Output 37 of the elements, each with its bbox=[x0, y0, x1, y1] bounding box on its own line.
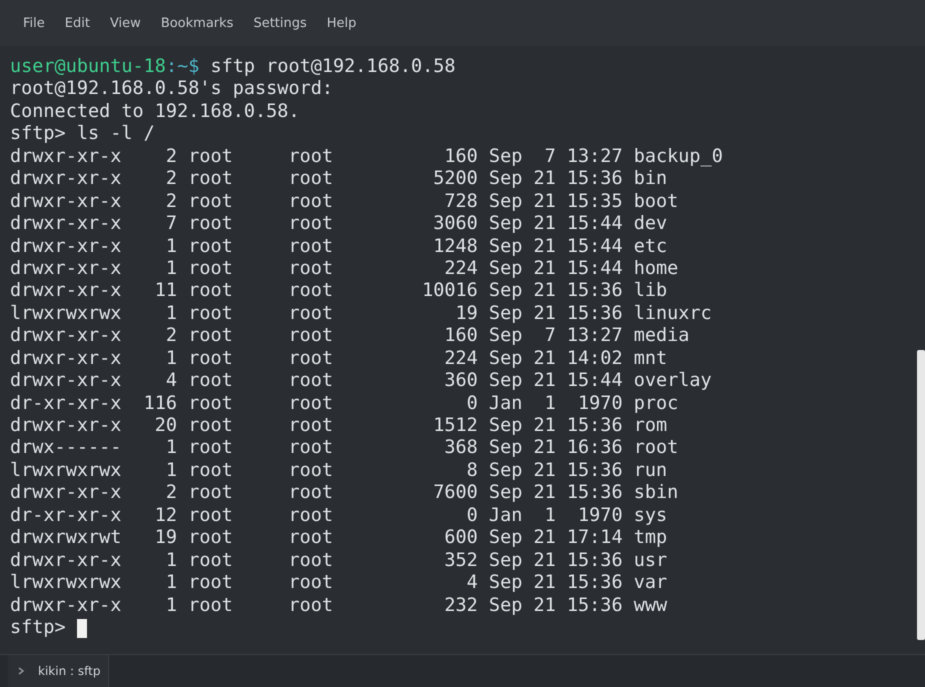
output-line: lrwxrwxrwx 1 root root 4 Sep 21 15:36 var bbox=[10, 572, 668, 594]
prompt-path: :~$ bbox=[166, 56, 200, 78]
menu-item[interactable]: Edit bbox=[54, 16, 100, 30]
command-text: sftp root@192.168.0.58 bbox=[209, 56, 456, 78]
menu-item[interactable]: Bookmarks bbox=[150, 16, 244, 30]
menu-item[interactable]: File bbox=[13, 16, 55, 30]
menu-item[interactable]: View bbox=[100, 16, 151, 30]
output-line: drwxr-xr-x 1 root root 232 Sep 21 15:36 www bbox=[10, 594, 668, 617]
input-prompt: sftp> bbox=[10, 616, 67, 640]
output-line: drwxrwxrwt 19 root root 600 Sep 21 17:14 tmp bbox=[10, 527, 668, 550]
output-line: drwxr-xr-x 2 root root 5200 Sep 21 15:36 bin bbox=[10, 168, 668, 191]
output-line: drwxr-xr-x 2 root root 160 Sep 7 13:27 media bbox=[10, 325, 690, 348]
output-line: root@192.168.0.58's password: bbox=[10, 78, 334, 101]
output-line: lrwxrwxrwx 1 root root 8 Sep 21 15:36 run bbox=[10, 460, 668, 482]
output-line: drwxr-xr-x 2 root root 7600 Sep 21 15:36 sbin bbox=[10, 482, 678, 505]
output-line: drwxr-xr-x 1 root root 224 Sep 21 15:44 home bbox=[10, 258, 678, 280]
output-line: drwxr-xr-x 2 root root 160 Sep 7 13:27 backup_0 bbox=[10, 146, 723, 168]
output-line: sftp> ls -l / bbox=[10, 123, 155, 146]
output-line: dr-xr-xr-x 12 root root 0 Jan 1 1970 sys bbox=[10, 504, 668, 528]
prompt-user-host: user@ubuntu-18 bbox=[10, 56, 166, 78]
output-line: drwxr-xr-x 20 root root 1512 Sep 21 15:36 rom bbox=[10, 415, 668, 438]
output-line: drwxr-xr-x 4 root root 360 Sep 21 15:44 overlay bbox=[10, 370, 712, 393]
output-line: dr-xr-xr-x 116 root root 0 Jan 1 1970 proc bbox=[10, 392, 678, 415]
output-line: drwxr-xr-x 1 root root 1248 Sep 21 15:44 etc bbox=[10, 236, 668, 258]
output-line: drwxr-xr-x 1 root root 224 Sep 21 14:02 mnt bbox=[10, 348, 668, 370]
output-line: drwxr-xr-x 11 root root 10016 Sep 21 15:36 lib bbox=[10, 280, 668, 303]
scrollbar-thumb[interactable] bbox=[917, 350, 925, 640]
output-line: lrwxrwxrwx 1 root root 19 Sep 21 15:36 linuxrc bbox=[10, 302, 712, 326]
output-line: drwxr-xr-x 2 root root 728 Sep 21 15:35 boot bbox=[10, 190, 678, 214]
menu-item[interactable]: Help bbox=[316, 16, 366, 30]
output-line: drwxr-xr-x 7 root root 3060 Sep 21 15:44 dev bbox=[10, 213, 668, 236]
output-line: drwxr-xr-x 1 root root 352 Sep 21 15:36 usr bbox=[10, 550, 668, 572]
text-cursor bbox=[76, 618, 87, 638]
menu-item[interactable]: Settings bbox=[243, 16, 317, 30]
terminal-tab[interactable]: kikin : sftp bbox=[8, 655, 110, 687]
output-line: drwx------ 1 root root 368 Sep 21 16:36 root bbox=[10, 437, 678, 460]
output-line: Connected to 192.168.0.58. bbox=[10, 100, 300, 124]
